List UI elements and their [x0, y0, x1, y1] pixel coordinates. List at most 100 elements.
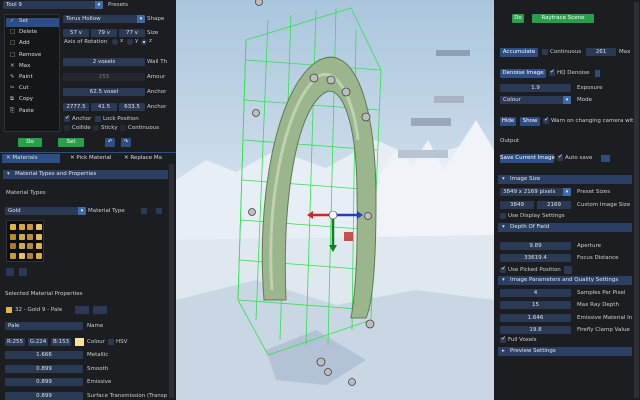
material-prop-field[interactable]: 0.899 — [5, 391, 83, 400]
material-type-select[interactable]: Gold — [5, 207, 86, 215]
material-swatch[interactable] — [10, 224, 16, 230]
add-material-icon[interactable] — [6, 268, 14, 276]
raytrace-scene-button[interactable]: Raytrace Scene — [532, 14, 594, 23]
use-display-checkbox[interactable] — [500, 213, 506, 219]
remove-material-icon[interactable] — [19, 268, 27, 276]
colour-r-field[interactable]: R:255 — [5, 338, 25, 346]
accumulate-button[interactable]: Accumulate — [500, 48, 538, 57]
hsv-checkbox[interactable] — [108, 339, 114, 345]
image-size-header[interactable]: Image Size — [498, 175, 632, 184]
quality-field[interactable]: 4 — [500, 289, 571, 297]
quality-field[interactable]: 19.8 — [500, 325, 571, 334]
material-prop-field[interactable]: 0.899 — [5, 364, 83, 373]
material-swatch[interactable] — [18, 252, 25, 259]
material-swatch[interactable] — [27, 252, 33, 259]
scene-render[interactable] — [176, 0, 494, 400]
colour-swatch[interactable] — [75, 338, 84, 346]
warn-camera-checkbox[interactable] — [543, 116, 549, 124]
anchor-offset-field[interactable]: 62.5 voxel — [63, 88, 145, 96]
material-copy-icon[interactable] — [93, 306, 107, 314]
autosave-checkbox[interactable] — [557, 153, 563, 161]
tool-menu-item[interactable]: ⧉ Copy — [10, 95, 33, 103]
tool-menu-item[interactable]: ✓ Set — [10, 17, 28, 25]
tool-menu-item[interactable]: □ Remove — [10, 51, 41, 59]
material-swatch[interactable] — [10, 252, 16, 259]
tab-materials[interactable]: ✕ Materials — [2, 154, 60, 163]
tool-set-button[interactable]: Set — [58, 138, 84, 147]
redo-icon[interactable]: ↷ — [121, 138, 131, 147]
picked-position-checkbox[interactable] — [500, 265, 506, 273]
material-swatch[interactable] — [27, 243, 33, 249]
exposure-field[interactable]: 1.9 — [500, 84, 571, 92]
material-swatch[interactable] — [35, 224, 42, 230]
material-swatch[interactable] — [18, 243, 25, 249]
max-samples-field[interactable]: 261 — [586, 48, 616, 56]
preview-settings-header[interactable]: Preview Settings — [498, 347, 632, 356]
materials-scrollbar[interactable] — [169, 164, 174, 398]
material-swatch[interactable] — [27, 224, 33, 230]
material-swatch[interactable] — [35, 233, 42, 240]
tool-select[interactable]: Tool 9 — [3, 1, 103, 9]
colour-g-field[interactable]: G:224 — [28, 338, 48, 346]
material-swatch[interactable] — [35, 252, 42, 259]
mode-select[interactable]: Colour — [500, 96, 571, 104]
denoise-button[interactable]: Denoise Image — [500, 69, 546, 78]
quality-field[interactable]: 1.646 — [500, 313, 571, 322]
viewport[interactable] — [176, 0, 494, 400]
anchor-checkbox[interactable] — [64, 114, 70, 122]
material-name-field[interactable]: Pale — [5, 322, 83, 330]
tool-menu-item[interactable]: ✎ Paint — [10, 73, 33, 81]
axis-z-radio[interactable] — [141, 39, 147, 45]
material-edit-icon[interactable] — [75, 306, 89, 314]
size-z-field[interactable]: 77 v — [119, 29, 145, 37]
tool-menu-item[interactable]: ✂ Cut — [10, 84, 28, 92]
raytrace-do-button[interactable]: Do — [512, 14, 524, 23]
aperture-field[interactable]: 9.89 — [500, 242, 571, 250]
anchor-y-field[interactable]: 41.5 — [91, 103, 117, 111]
material-swatch[interactable] — [27, 233, 33, 240]
lock-position-checkbox[interactable] — [95, 116, 101, 122]
denoise-info-icon[interactable] — [595, 70, 600, 77]
sticky-checkbox[interactable] — [93, 125, 99, 131]
continuous-checkbox[interactable] — [120, 125, 126, 131]
size-y-field[interactable]: 79 v — [91, 29, 117, 37]
tool-menu-item[interactable]: ⎘ Paste — [10, 107, 34, 115]
undo-icon[interactable]: ↶ — [105, 138, 115, 147]
image-size-select[interactable]: 3849 x 2169 pixels — [500, 188, 571, 196]
material-swatch-grid[interactable] — [6, 220, 44, 262]
tool-menu-item[interactable]: ✕ Max — [10, 62, 30, 70]
material-swatch[interactable] — [10, 243, 16, 249]
custom-width-field[interactable]: 3849 — [500, 201, 534, 209]
hq-denoise-checkbox[interactable] — [549, 68, 555, 76]
hide-button[interactable]: Hide — [500, 117, 516, 126]
right-scrollbar[interactable] — [634, 2, 639, 398]
material-swatch[interactable] — [18, 233, 25, 240]
tool-menu-item[interactable]: □ Delete — [10, 28, 37, 36]
quality-header[interactable]: Image Parameters and Quality Settings — [498, 276, 632, 285]
folder-icon[interactable] — [601, 155, 610, 162]
pick-icon[interactable] — [564, 266, 572, 274]
quality-field[interactable]: 15 — [500, 301, 571, 310]
material-prop-field[interactable]: 0.899 — [5, 378, 83, 386]
focus-distance-field[interactable]: 33619.4 — [500, 254, 571, 262]
size-x-field[interactable]: 57 v — [63, 29, 89, 37]
axis-x-radio[interactable] — [112, 39, 118, 45]
colour-b-field[interactable]: B:153 — [51, 338, 71, 346]
material-swatch[interactable] — [18, 224, 25, 230]
tab-replace-material[interactable]: ✕ Replace Ma — [120, 154, 176, 163]
tool-menu-item[interactable]: □ Add — [10, 39, 30, 47]
material-prop-field[interactable]: 1.666 — [5, 351, 83, 359]
dof-header[interactable]: Depth Of Field — [498, 223, 632, 232]
tool-do-button[interactable]: Do — [18, 138, 42, 147]
custom-height-field[interactable]: 2169 — [537, 201, 571, 209]
save-image-button[interactable]: Save Current Image — [500, 154, 555, 163]
anchor-x-field[interactable]: 2777.5 — [63, 103, 89, 111]
show-button[interactable]: Show — [520, 117, 540, 126]
collide-checkbox[interactable] — [64, 125, 70, 131]
material-options-icon[interactable] — [156, 208, 162, 214]
shape-select[interactable]: Torus Hollow — [63, 15, 145, 23]
materials-section-header[interactable]: Material Types and Properties — [3, 170, 168, 179]
material-swatch[interactable] — [10, 233, 16, 240]
axis-y-radio[interactable] — [127, 39, 133, 45]
material-info-icon[interactable] — [141, 208, 147, 214]
